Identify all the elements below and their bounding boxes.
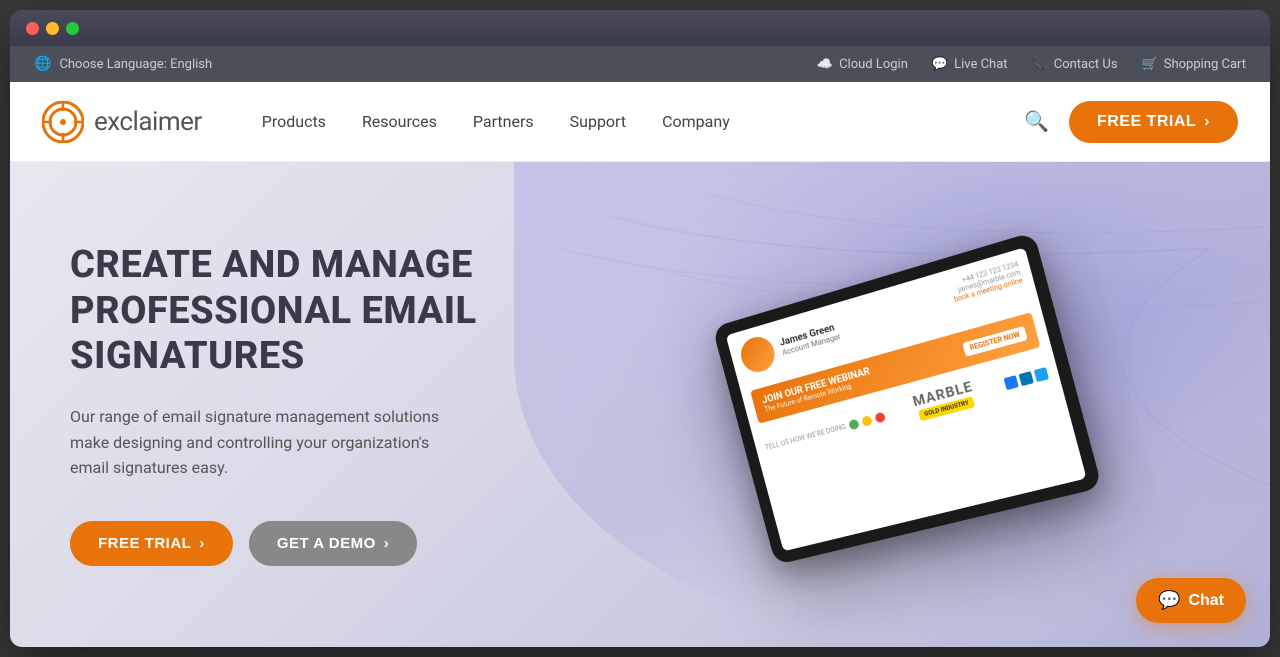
cloud-icon: ☁️: [817, 57, 833, 72]
twitter-icon: [1034, 367, 1049, 382]
language-label[interactable]: Choose Language: English: [59, 57, 212, 72]
browser-window: 🌐 Choose Language: English ☁️ Cloud Logi…: [10, 10, 1270, 647]
chat-icon: 💬: [932, 57, 948, 72]
logo-icon: [42, 101, 84, 143]
chevron-right-icon: ›: [384, 535, 390, 552]
nav-support[interactable]: Support: [570, 112, 626, 131]
linkedin-icon: [1019, 371, 1034, 386]
nav-company[interactable]: Company: [662, 112, 730, 131]
utility-bar: 🌐 Choose Language: English ☁️ Cloud Logi…: [10, 46, 1270, 82]
tablet-content: James Green Account Manager +44 123 123 …: [726, 247, 1087, 551]
phone-icon: 📞: [1032, 57, 1048, 72]
chat-button[interactable]: 💬 Chat: [1136, 578, 1246, 623]
email-signature-preview: James Green Account Manager +44 123 123 …: [737, 260, 1074, 540]
close-dot[interactable]: [26, 22, 39, 35]
tablet-screen: James Green Account Manager +44 123 123 …: [726, 247, 1087, 551]
browser-content: 🌐 Choose Language: English ☁️ Cloud Logi…: [10, 46, 1270, 647]
hero-visual: James Green Account Manager +44 123 123 …: [590, 277, 1210, 532]
hero-free-trial-button[interactable]: FREE TRIAL ›: [70, 521, 233, 566]
minimize-dot[interactable]: [46, 22, 59, 35]
contact-us-link[interactable]: 📞 Contact Us: [1032, 57, 1118, 72]
globe-icon: 🌐: [34, 56, 51, 72]
hero-section: CREATE AND MANAGE PROFESSIONAL EMAIL SIG…: [10, 162, 1270, 647]
search-button[interactable]: 🔍: [1020, 105, 1053, 138]
sig-contact: +44 123 123 1234 james@marble.com book a…: [949, 260, 1024, 304]
utility-left: 🌐 Choose Language: English: [34, 56, 212, 72]
sig-social-icons: [1004, 367, 1049, 390]
shopping-cart-link[interactable]: 🛒 Shopping Cart: [1142, 57, 1246, 72]
nav-partners[interactable]: Partners: [473, 112, 534, 131]
nav-products[interactable]: Products: [262, 112, 326, 131]
chevron-right-icon: ›: [1204, 113, 1210, 131]
chat-bubble-icon: 💬: [1158, 590, 1180, 611]
sig-header: James Green Account Manager: [737, 314, 844, 376]
logo-text: exclaimer: [94, 107, 202, 137]
hero-buttons: FREE TRIAL › GET A DEMO ›: [70, 521, 590, 566]
live-chat-link[interactable]: 💬 Live Chat: [932, 57, 1008, 72]
hero-title: CREATE AND MANAGE PROFESSIONAL EMAIL SIG…: [70, 243, 590, 380]
maximize-dot[interactable]: [66, 22, 79, 35]
hero-content: CREATE AND MANAGE PROFESSIONAL EMAIL SIG…: [70, 243, 590, 566]
nav-right: 🔍 FREE TRIAL ›: [1020, 101, 1238, 143]
sig-avatar: [737, 333, 778, 376]
hero-get-demo-button[interactable]: GET A DEMO ›: [249, 521, 417, 566]
chat-label: Chat: [1188, 592, 1224, 610]
chevron-right-icon: ›: [199, 535, 205, 552]
utility-right: ☁️ Cloud Login 💬 Live Chat 📞 Contact Us …: [817, 57, 1246, 72]
browser-chrome: [10, 10, 1270, 46]
hero-subtitle: Our range of email signature management …: [70, 404, 470, 481]
nav-free-trial-button[interactable]: FREE TRIAL ›: [1069, 101, 1238, 143]
cloud-login-link[interactable]: ☁️ Cloud Login: [817, 57, 908, 72]
browser-dots: [26, 22, 79, 35]
main-nav: exclaimer Products Resources Partners Su…: [10, 82, 1270, 162]
sig-register-btn: REGISTER NOW: [962, 325, 1027, 356]
logo-area: exclaimer: [42, 101, 202, 143]
nav-resources[interactable]: Resources: [362, 112, 437, 131]
nav-links: Products Resources Partners Support Comp…: [262, 112, 980, 131]
cart-icon: 🛒: [1142, 57, 1158, 72]
facebook-icon: [1004, 375, 1019, 390]
tablet-container: James Green Account Manager +44 123 123 …: [712, 232, 1102, 565]
tablet-frame: James Green Account Manager +44 123 123 …: [712, 232, 1102, 565]
